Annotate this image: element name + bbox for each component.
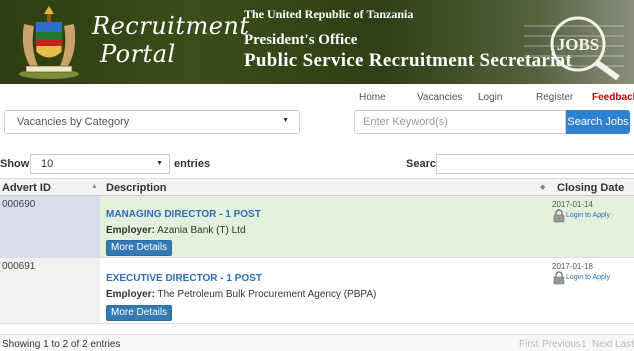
description-cell: EXECUTIVE DIRECTOR - 1 POST Employer: Th…: [100, 258, 547, 323]
login-to-apply-link[interactable]: Login to Apply: [566, 274, 610, 281]
nav-feedback[interactable]: Feedback: [592, 92, 634, 103]
table-row: 000690 MANAGING DIRECTOR - 1 POST Employ…: [0, 196, 634, 258]
entries-label: entries: [174, 158, 211, 170]
pagination-next[interactable]: Next: [592, 339, 613, 350]
jobs-art-text: JOBS: [557, 35, 600, 54]
nav-login[interactable]: Login: [478, 92, 502, 103]
nav-home[interactable]: Home: [359, 92, 386, 103]
job-title[interactable]: MANAGING DIRECTOR - 1 POST: [106, 209, 261, 220]
portal-title: Recruitment Portal: [92, 12, 250, 68]
table-row: 000691 EXECUTIVE DIRECTOR - 1 POST Emplo…: [0, 258, 634, 324]
pagination-previous[interactable]: Previous: [542, 339, 581, 350]
nav-register[interactable]: Register: [536, 92, 573, 103]
employer: Employer: The Petroleum Bulk Procurement…: [106, 289, 376, 300]
closing-date-cell: 2017-01-14 Login to Apply: [552, 196, 634, 257]
job-title[interactable]: EXECUTIVE DIRECTOR - 1 POST: [106, 273, 262, 284]
employer-label: Employer:: [106, 289, 155, 300]
keyword-input[interactable]: [354, 110, 566, 134]
advert-id: 000691: [2, 261, 36, 272]
employer: Employer: Azania Bank (T) Ltd: [106, 225, 246, 236]
lock-icon: [553, 271, 565, 285]
closing-date: 2017-01-18: [552, 262, 593, 271]
category-select-value: Vacancies by Category: [17, 116, 130, 128]
table-header: Advert ID ▲ Description ◆ Closing Date: [0, 178, 634, 196]
employer-name: Azania Bank (T) Ltd: [157, 225, 246, 236]
sort-icon[interactable]: ▲: [91, 183, 98, 190]
header-description[interactable]: Description: [106, 182, 167, 194]
page-length-select[interactable]: 10 ▼: [30, 154, 170, 174]
advert-id-cell: 000690: [0, 196, 100, 257]
advert-id-cell: 000691: [0, 258, 100, 323]
employer-name: The Petroleum Bulk Procurement Agency (P…: [157, 289, 377, 300]
sort-icon[interactable]: ◆: [540, 183, 545, 191]
advert-id: 000690: [2, 199, 36, 210]
top-nav: Home Vacancies Login Register Feedback: [0, 92, 634, 108]
nav-vacancies[interactable]: Vacancies: [417, 92, 462, 103]
login-to-apply-link[interactable]: Login to Apply: [566, 212, 610, 219]
header-closing-date[interactable]: Closing Date: [557, 182, 624, 194]
more-details-button[interactable]: More Details: [106, 305, 173, 321]
search-jobs-button[interactable]: Search Jobs: [566, 110, 630, 134]
jobs-illustration: JOBS: [524, 16, 624, 81]
more-details-button[interactable]: More Details: [106, 240, 173, 256]
table-controls: Show 10 ▼ entries Search:: [0, 154, 634, 176]
pagination-page-1[interactable]: 1: [581, 339, 587, 350]
pagination-first[interactable]: First: [519, 339, 538, 350]
employer-label: Employer:: [106, 225, 155, 236]
coat-of-arms-emblem: [19, 6, 79, 79]
lock-icon: [553, 209, 565, 223]
page-length-value: 10: [41, 158, 54, 170]
chevron-down-icon: ▼: [282, 117, 289, 124]
closing-date: 2017-01-14: [552, 200, 593, 209]
chevron-down-icon: ▼: [156, 160, 163, 167]
pagination-last[interactable]: Last: [615, 339, 634, 350]
category-select[interactable]: Vacancies by Category ▼: [4, 110, 300, 134]
table-info: Showing 1 to 2 of 2 entries: [2, 339, 121, 350]
description-cell: MANAGING DIRECTOR - 1 POST Employer: Aza…: [100, 196, 547, 257]
table-search-input[interactable]: [436, 154, 634, 174]
closing-date-cell: 2017-01-18 Login to Apply: [552, 258, 634, 323]
show-label: Show: [0, 158, 30, 170]
portal-title-line2: Portal: [100, 40, 176, 68]
header-advert-id[interactable]: Advert ID: [2, 182, 51, 194]
header-banner: Recruitment Portal The United Republic o…: [0, 0, 634, 84]
table-footer: Showing 1 to 2 of 2 entries First Previo…: [0, 334, 634, 351]
portal-title-line1: Recruitment: [92, 12, 250, 40]
